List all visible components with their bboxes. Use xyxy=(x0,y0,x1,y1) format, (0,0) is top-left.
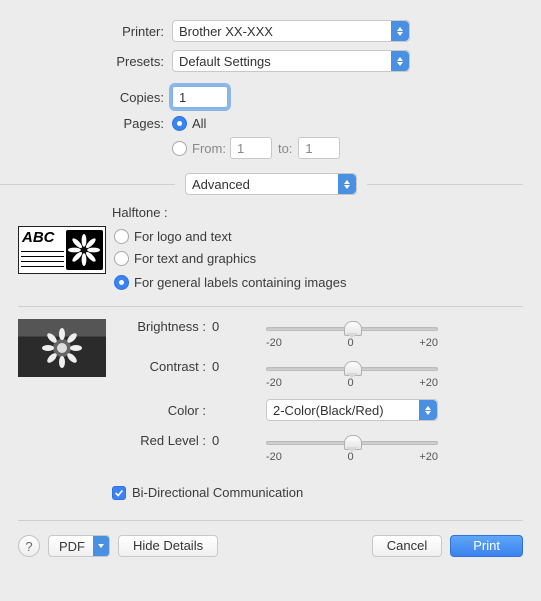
halftone-label: Halftone : xyxy=(112,205,541,220)
contrast-label: Contrast : xyxy=(114,359,212,374)
pages-label: Pages: xyxy=(0,116,172,131)
halftone-textgraphics-label: For text and graphics xyxy=(134,251,256,266)
halftone-general-label: For general labels containing images xyxy=(134,275,346,290)
pdf-label: PDF xyxy=(49,539,93,554)
pages-from-label: From: xyxy=(192,141,226,156)
bidi-label: Bi-Directional Communication xyxy=(132,485,303,500)
slider-mid: 0 xyxy=(348,377,354,389)
slider-mid: 0 xyxy=(348,337,354,349)
copies-label: Copies: xyxy=(0,90,172,105)
presets-label: Presets: xyxy=(0,54,172,69)
section-select[interactable]: Advanced xyxy=(185,173,357,195)
brightness-label: Brightness : xyxy=(114,319,212,334)
cancel-button[interactable]: Cancel xyxy=(372,535,442,557)
printer-select[interactable]: Brother XX-XXX xyxy=(172,20,410,42)
pages-range-radio[interactable] xyxy=(172,141,187,156)
contrast-slider[interactable]: -20 0 +20 xyxy=(266,359,438,389)
brightness-slider[interactable]: -20 0 +20 xyxy=(266,319,438,349)
sample-text-icon: ABC xyxy=(21,229,64,247)
chevron-updown-icon xyxy=(338,174,356,194)
pages-to-label: to: xyxy=(278,141,292,156)
chevron-updown-icon xyxy=(419,400,437,420)
divider xyxy=(18,306,523,307)
halftone-general-radio[interactable] xyxy=(114,275,129,290)
presets-value: Default Settings xyxy=(179,54,403,69)
section-value: Advanced xyxy=(192,177,350,192)
hide-details-button[interactable]: Hide Details xyxy=(118,535,218,557)
halftone-logo-label: For logo and text xyxy=(134,229,232,244)
pdf-menu-button[interactable]: PDF xyxy=(48,535,110,557)
pages-all-label: All xyxy=(192,116,206,131)
chevron-down-icon xyxy=(93,536,109,556)
halftone-logo-radio[interactable] xyxy=(114,229,129,244)
pages-all-radio[interactable] xyxy=(172,116,187,131)
printer-label: Printer: xyxy=(0,24,172,39)
divider xyxy=(367,184,523,185)
pages-to-input[interactable] xyxy=(298,137,340,159)
chevron-updown-icon xyxy=(391,21,409,41)
copies-input[interactable] xyxy=(172,86,228,108)
slider-max: +20 xyxy=(419,451,438,463)
brightness-preview-thumbnail xyxy=(18,319,106,377)
pages-from-input[interactable] xyxy=(230,137,272,159)
slider-mid: 0 xyxy=(348,451,354,463)
chevron-updown-icon xyxy=(391,51,409,71)
sample-flower-icon xyxy=(66,230,103,270)
slider-max: +20 xyxy=(419,377,438,389)
slider-min: -20 xyxy=(266,451,282,463)
slider-max: +20 xyxy=(419,337,438,349)
slider-min: -20 xyxy=(266,337,282,349)
halftone-textgraphics-radio[interactable] xyxy=(114,251,129,266)
bidi-checkbox[interactable] xyxy=(112,486,126,500)
divider xyxy=(18,520,523,521)
color-label: Color : xyxy=(114,403,212,418)
contrast-value: 0 xyxy=(212,359,236,374)
brightness-value: 0 xyxy=(212,319,236,334)
divider xyxy=(0,184,175,185)
color-select[interactable]: 2-Color(Black/Red) xyxy=(266,399,438,421)
color-value: 2-Color(Black/Red) xyxy=(273,403,431,418)
redlevel-slider[interactable]: -20 0 +20 xyxy=(266,433,438,463)
print-button[interactable]: Print xyxy=(450,535,523,557)
printer-value: Brother XX-XXX xyxy=(179,24,403,39)
redlevel-label: Red Level : xyxy=(114,433,212,448)
redlevel-value: 0 xyxy=(212,433,236,448)
slider-min: -20 xyxy=(266,377,282,389)
help-button[interactable]: ? xyxy=(18,535,40,557)
presets-select[interactable]: Default Settings xyxy=(172,50,410,72)
halftone-sample-thumbnail: ABC xyxy=(18,226,106,274)
